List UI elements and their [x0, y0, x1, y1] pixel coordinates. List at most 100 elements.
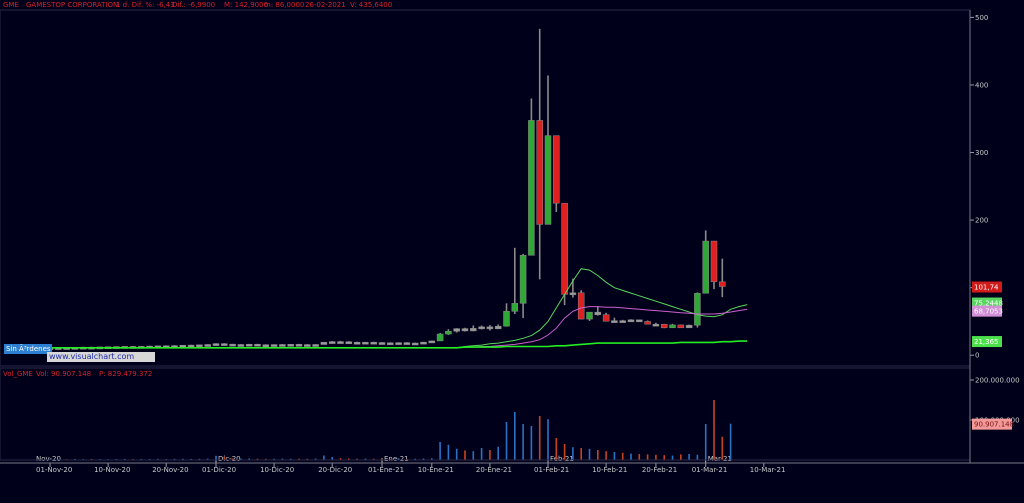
- volume-bar: [655, 454, 657, 460]
- volume-bar: [621, 452, 624, 460]
- candle-body: [254, 344, 261, 347]
- volume-bar: [663, 455, 665, 460]
- header-change: 1 d. Dif. %: -6,43: [116, 1, 175, 9]
- volume-bar: [613, 452, 616, 460]
- volume-bar: [455, 448, 458, 460]
- time-tick-label: 01-Mar-21: [692, 466, 728, 474]
- candle-body: [262, 344, 270, 347]
- first-month-label: Nov-20: [36, 455, 61, 463]
- candle-body: [511, 303, 519, 312]
- candle-body: [237, 344, 245, 347]
- candle-body: [577, 292, 585, 320]
- volume-bar: [530, 426, 533, 460]
- badge-ma-slow: 21,365: [974, 338, 999, 346]
- volume-bar: [480, 448, 483, 460]
- candle-body: [669, 324, 676, 329]
- time-tick-label: 20-Dic-20: [318, 466, 352, 474]
- candle-body: [204, 344, 211, 347]
- month-marker-label: Mar-21: [708, 455, 732, 463]
- candle-body: [270, 344, 278, 347]
- time-tick-label: 10-Nov-20: [94, 466, 130, 474]
- badge-last-price: 101,74: [974, 284, 999, 292]
- volume-bar: [215, 455, 217, 460]
- candle-body: [312, 344, 319, 347]
- candle-body: [179, 344, 187, 348]
- candle-body: [453, 328, 460, 332]
- volume-bar: [597, 450, 599, 460]
- candle-body: [710, 240, 718, 283]
- time-tick-label: 01-Nov-20: [36, 466, 72, 474]
- volume-bar: [580, 448, 582, 460]
- header-max: M: 142,9000: [224, 1, 268, 9]
- volume-bar: [489, 450, 491, 460]
- candle-body: [196, 344, 203, 348]
- candle-body: [229, 343, 236, 347]
- volume-bar: [563, 444, 566, 460]
- time-tick-label: 20-Nov-20: [152, 466, 188, 474]
- month-marker-label: Ene-21: [384, 455, 409, 463]
- volume-bars: [49, 400, 732, 460]
- volume-bar: [680, 454, 682, 460]
- candle-body: [528, 120, 535, 256]
- volume-bar: [323, 455, 325, 460]
- volume-header-name: Vol_GME: [3, 370, 33, 378]
- candle-body: [411, 342, 419, 346]
- volume-bar: [704, 424, 707, 460]
- candles: [46, 28, 726, 350]
- volume-axis: 100.000.000200.000.000: [970, 377, 1020, 425]
- price-tick-label: 300: [975, 149, 988, 157]
- candle-body: [602, 314, 610, 322]
- candle-body: [387, 342, 394, 346]
- candle-body: [221, 343, 228, 346]
- volume-bar: [514, 412, 516, 460]
- price-volume-chart[interactable]: 0100200300400500 100.000.000200.000.000 …: [0, 0, 1024, 503]
- candle-body: [627, 319, 635, 323]
- volume-bar: [688, 454, 690, 460]
- candle-body: [395, 342, 402, 345]
- volume-bar: [497, 446, 499, 460]
- chart-window: 0100200300400500 100.000.000200.000.000 …: [0, 0, 1024, 503]
- time-tick-label: 10-Mar-21: [750, 466, 786, 474]
- candle-body: [694, 293, 701, 326]
- volume-bar: [547, 419, 549, 460]
- candle-body: [287, 344, 294, 347]
- header-name: GAMESTOP CORPORATION: [26, 1, 118, 9]
- candle-body: [677, 324, 685, 329]
- candle-body: [586, 311, 593, 320]
- badge-volume: 90.907.148: [974, 421, 1014, 429]
- candle-body: [428, 340, 436, 344]
- volume-header-vol: Vol: 90.907.148: [36, 370, 91, 378]
- candle-body: [652, 323, 660, 327]
- header-symbol: GME: [3, 1, 19, 9]
- month-marker-label: Dic-20: [218, 455, 241, 463]
- volume-bar: [671, 455, 674, 460]
- volume-header-p: P: 829.479.372: [99, 370, 152, 378]
- candle-body: [519, 255, 527, 304]
- candle-body: [420, 341, 427, 345]
- candle-body: [660, 323, 668, 329]
- candle-body: [337, 341, 344, 344]
- volume-tick-label: 200.000.000: [975, 377, 1020, 385]
- candle-body: [503, 311, 510, 327]
- candle-body: [304, 344, 311, 347]
- candle-body: [245, 344, 253, 347]
- time-tick-label: 01-Feb-21: [534, 466, 569, 474]
- header-date: 26-02-2021: [305, 1, 346, 9]
- volume-bar: [605, 451, 607, 460]
- candle-body: [345, 341, 353, 344]
- no-orders-badge[interactable]: Sin Ã³rdenes: [4, 344, 52, 354]
- time-tick-label: 20-Ene-21: [476, 466, 512, 474]
- volume-bar: [472, 451, 475, 460]
- candle-body: [445, 331, 452, 335]
- price-tick-label: 500: [975, 14, 988, 22]
- price-tick-label: 200: [975, 217, 988, 225]
- volume-bar: [447, 444, 450, 460]
- candle-body: [436, 333, 444, 342]
- candle-body: [212, 343, 220, 346]
- candle-body: [569, 292, 577, 296]
- candle-body: [544, 135, 552, 225]
- candle-body: [553, 135, 560, 204]
- volume-bar: [638, 454, 641, 460]
- candle-body: [378, 342, 386, 345]
- candle-body: [295, 344, 303, 347]
